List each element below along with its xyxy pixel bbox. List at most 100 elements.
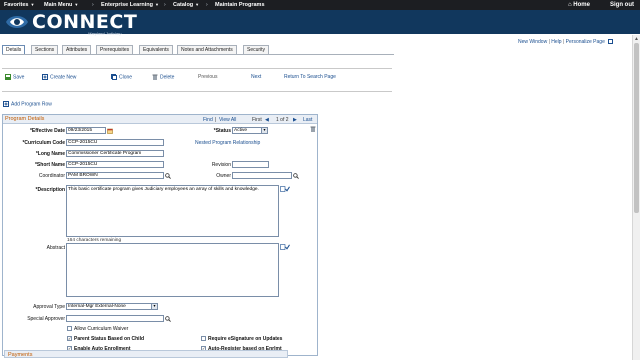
personalize-page-link[interactable]: Personalize Page (566, 39, 605, 45)
lookup-icon[interactable] (293, 172, 299, 179)
spellcheck-icon[interactable] (280, 186, 290, 192)
logo-subtitle: Maryland Judiciary (88, 31, 122, 36)
effective-date-label: *Effective Date (29, 128, 65, 134)
abstract-label: Abstract (46, 245, 65, 251)
scrollbar-thumb[interactable] (634, 43, 639, 213)
owner-label: Owner (216, 173, 231, 179)
view-all-link[interactable]: View All (219, 117, 236, 123)
calendar-icon[interactable] (107, 128, 113, 134)
description-textarea[interactable]: This basic certificate program gives Jud… (66, 185, 279, 237)
next-button[interactable]: Next (251, 74, 261, 80)
tab-details[interactable]: Details (2, 45, 26, 54)
lookup-icon[interactable] (165, 315, 171, 322)
grid-icon[interactable] (608, 39, 614, 45)
menu-favorites[interactable]: Favorites ▼ (4, 2, 34, 8)
tab-divider (2, 54, 394, 55)
effective-date-input[interactable]: 09/23/2015 (66, 127, 106, 134)
clone-icon (111, 74, 117, 80)
allow-curriculum-waiver-checkbox[interactable] (67, 326, 72, 331)
breadcrumb-separator-icon: › (164, 2, 166, 8)
delete-icon (152, 74, 158, 80)
panel-title: Program Details (5, 116, 45, 122)
menu-main[interactable]: Main Menu ▼ (44, 2, 78, 8)
last-link[interactable]: Last (303, 117, 312, 123)
home-icon: ⌂ (568, 2, 572, 8)
tab-security[interactable]: Security (243, 45, 270, 54)
tab-prerequisites[interactable]: Prerequisites (96, 45, 134, 54)
separator: | (562, 39, 565, 45)
chevron-down-icon: ▼ (74, 2, 79, 7)
allow-curriculum-waiver-label: Allow Curriculum Waiver (74, 326, 129, 332)
coordinator-label: Coordinator (38, 173, 65, 179)
top-nav-bar: Favorites ▼ Main Menu ▼ › Enterprise Learn… (0, 0, 640, 10)
sign-out-link[interactable]: Sign out (610, 2, 634, 8)
status-label: *Status (213, 128, 231, 134)
coordinator-input[interactable]: PAM BROWN (66, 172, 164, 179)
menu-catalog[interactable]: Catalog ▼ (173, 2, 199, 8)
logo-text: CONNECT (32, 11, 138, 33)
scroll-up-icon[interactable]: ▲ (634, 36, 639, 42)
find-link[interactable]: Find (203, 117, 213, 123)
chevron-down-icon: ▼ (261, 128, 267, 133)
chevron-down-icon: ▼ (30, 2, 35, 7)
chevron-down-icon: ▼ (154, 2, 159, 7)
help-link[interactable]: Help (551, 39, 561, 45)
previous-button[interactable]: Previous (198, 74, 217, 80)
chevron-down-icon: ▼ (151, 304, 157, 309)
parent-status-label: Parent Status Based on Child (74, 336, 145, 342)
toolbar-divider (2, 68, 392, 69)
add-icon (3, 101, 9, 107)
create-new-button[interactable]: Create New (42, 74, 76, 80)
home-link[interactable]: ⌂ Home (568, 2, 590, 8)
short-name-label: *Short Name (34, 162, 65, 168)
connect-logo-icon (6, 16, 28, 28)
approval-type-select[interactable]: Internal-Mgr External-None ▼ (66, 303, 158, 310)
clone-button[interactable]: Clone (111, 74, 132, 80)
owner-input[interactable] (232, 172, 292, 179)
special-approver-label: Special Approver (27, 316, 65, 322)
payments-title: Payments (8, 352, 33, 358)
next-page-icon[interactable]: ▶ (293, 117, 297, 123)
long-name-label: *Long Name (35, 151, 65, 157)
curriculum-code-label: *Curriculum Code (22, 140, 65, 146)
add-program-row-link[interactable]: Add Program Row (3, 101, 52, 107)
menu-maintain-programs[interactable]: Maintain Programs (215, 2, 265, 8)
revision-label: Revision (211, 162, 231, 168)
status-select[interactable]: Active ▼ (232, 127, 268, 134)
tab-notes-attachments[interactable]: Notes and Attachments (177, 45, 237, 54)
spellcheck-icon[interactable] (280, 244, 290, 250)
separator: | (548, 39, 550, 45)
abstract-textarea[interactable] (66, 243, 279, 297)
create-new-icon (42, 74, 48, 80)
parent-status-checkbox[interactable]: ✓ (67, 336, 72, 341)
require-esignature-checkbox[interactable] (201, 336, 206, 341)
breadcrumb-separator-icon: › (206, 2, 208, 8)
special-approver-input[interactable] (66, 315, 164, 322)
tab-sections[interactable]: Sections (31, 45, 59, 54)
curriculum-code-input[interactable]: CCP-2015CU (66, 139, 164, 146)
program-details-panel: Program Details Find | View All First ◀ … (2, 114, 318, 356)
header-banner: CONNECT Maryland Judiciary (0, 10, 640, 36)
previous-page-icon[interactable]: ◀ (265, 117, 269, 123)
utility-links: New Window | Help | Personalize Page (518, 39, 614, 45)
tab-equivalents[interactable]: Equivalents (139, 45, 173, 54)
pager-text: 1 of 2 (276, 116, 289, 123)
new-window-link[interactable]: New Window (518, 39, 547, 45)
menu-enterprise-learning[interactable]: Enterprise Learning ▼ (101, 2, 159, 8)
trash-icon[interactable] (310, 126, 316, 132)
revision-input[interactable] (232, 161, 269, 168)
delete-button[interactable]: Delete (152, 74, 174, 80)
long-name-input[interactable]: Commissioner Certificate Program (66, 150, 164, 157)
require-esignature-label: Require eSignature on Updates (208, 336, 283, 342)
save-icon (5, 74, 11, 80)
lookup-icon[interactable] (165, 172, 171, 179)
separator: | (215, 116, 217, 123)
save-button[interactable]: Save (5, 74, 24, 80)
return-to-search-link[interactable]: Return To Search Page (284, 74, 336, 80)
tab-attributes[interactable]: Attributes (62, 45, 92, 54)
payments-section-header: Payments (4, 350, 288, 358)
short-name-input[interactable]: CCP-2015CU (66, 161, 164, 168)
nested-program-relationship-link[interactable]: Nested Program Relationship (195, 140, 260, 146)
page-scrollbar[interactable]: ▲ (632, 35, 640, 360)
first-link[interactable]: First (252, 117, 262, 123)
